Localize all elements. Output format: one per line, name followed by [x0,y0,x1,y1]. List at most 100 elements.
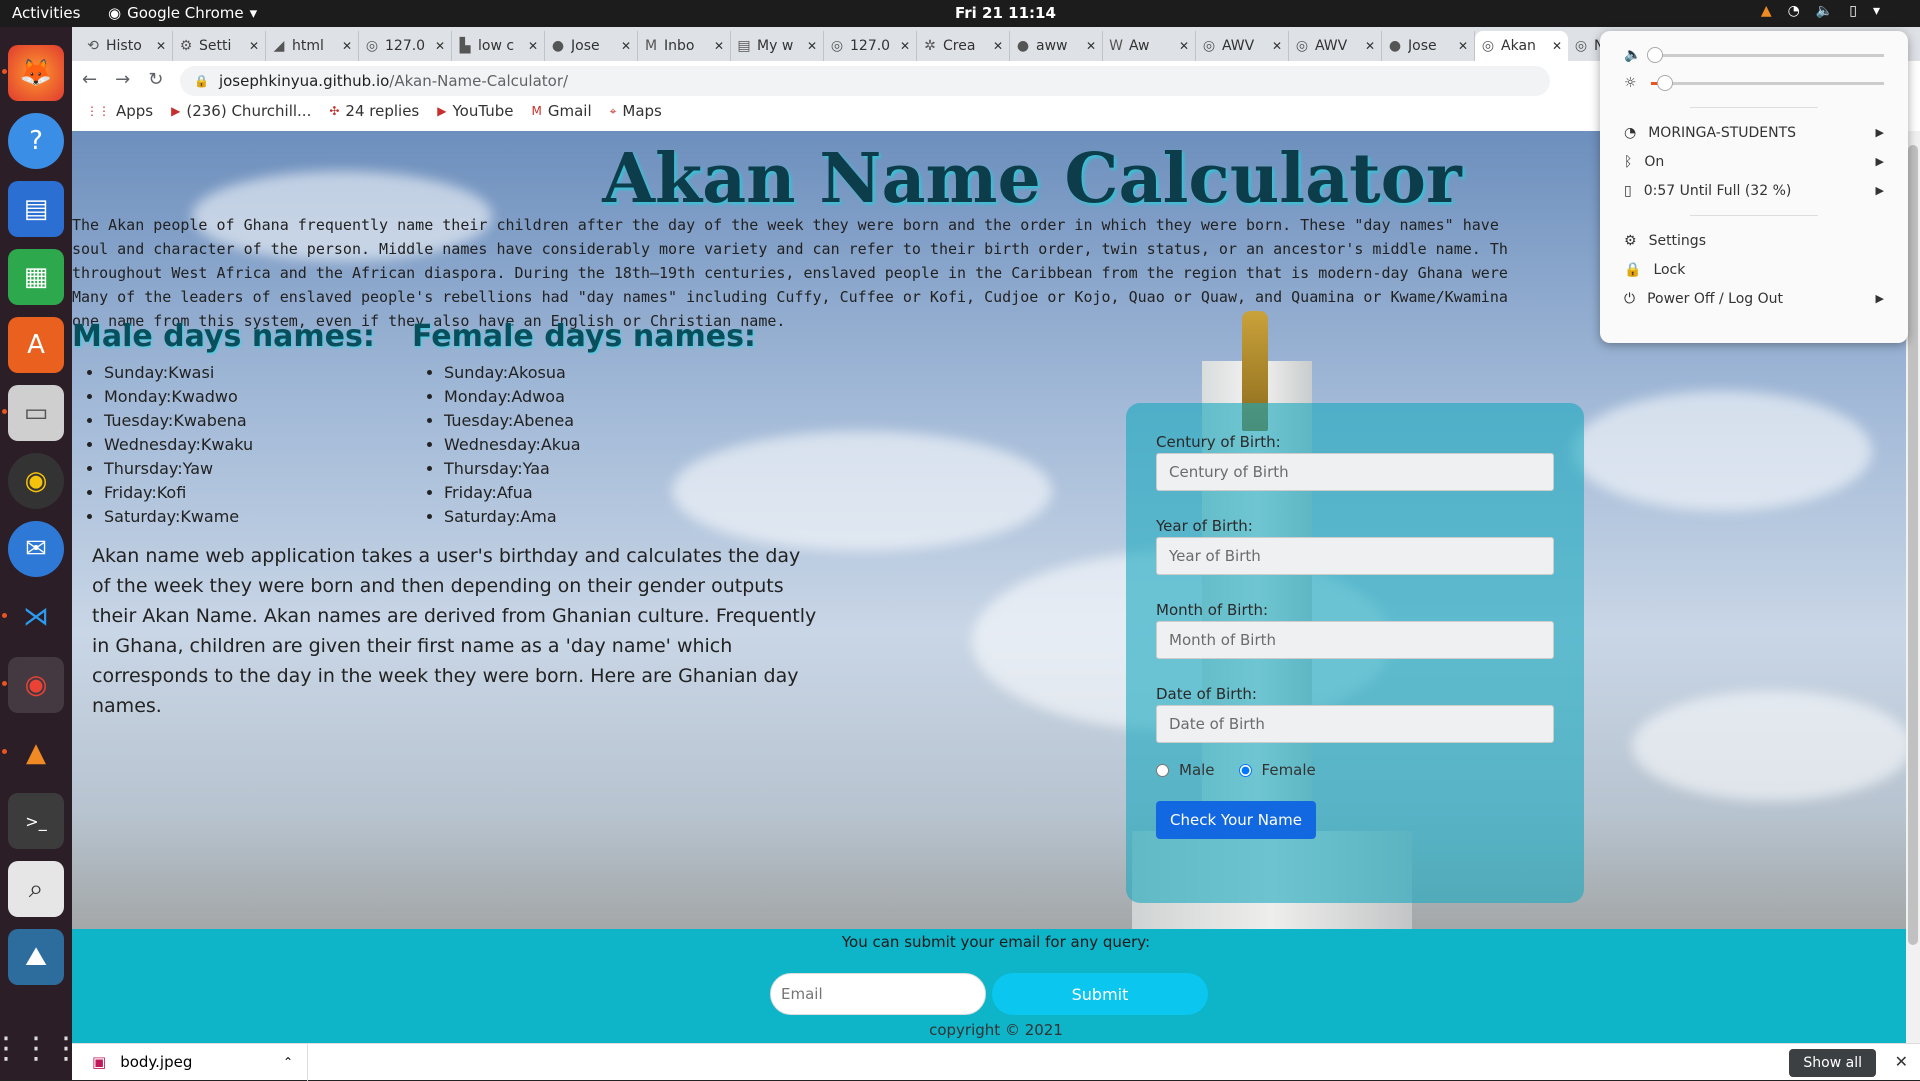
apps-grid-icon: ⋮⋮ [86,104,110,118]
vscode-icon[interactable]: ⋊ [2,589,64,645]
brightness-knob[interactable] [1656,74,1673,91]
bookmark-24-replies[interactable]: ✣ 24 replies [329,102,419,120]
tab-jose[interactable]: ● Jose ✕ [1382,31,1475,61]
image-viewer-icon[interactable]: ⛰ [8,929,64,985]
download-item[interactable]: ▣ body.jpeg ⌃ [72,1043,308,1081]
app-menu[interactable]: ◉ Google Chrome ▾ [108,4,257,22]
activities-button[interactable]: Activities [12,4,80,22]
settings-menu-item[interactable]: ⚙ Settings [1600,226,1908,255]
tab-awv[interactable]: ◎ AWV ✕ [1196,31,1289,61]
close-icon[interactable]: ✕ [714,39,724,53]
tab-html[interactable]: ◢ html ✕ [266,31,359,61]
bluetooth-label: On [1644,153,1665,170]
volume-slider[interactable]: 🔈 [1600,41,1908,69]
tab-127-0[interactable]: ◎ 127.0 ✕ [359,31,452,61]
month-input[interactable] [1156,621,1554,659]
close-icon[interactable]: ✕ [1365,39,1375,53]
female-radio[interactable] [1238,763,1252,777]
volume-knob[interactable] [1647,46,1664,63]
date-input[interactable] [1156,705,1554,743]
vlc-icon[interactable]: ▲ [2,725,64,781]
magnifier-icon[interactable]: ⌕ [8,861,64,917]
close-icon[interactable]: ✕ [621,39,631,53]
wifi-menu-item[interactable]: ◔ MORINGA-STUDENTS ▶ [1600,118,1908,147]
tab-low-c[interactable]: ▙ low c ✕ [452,31,545,61]
close-icon[interactable]: ✕ [1272,39,1282,53]
tab-aww[interactable]: ● aww ✕ [1010,31,1103,61]
bookmark--236-churchill-[interactable]: ▶ (236) Churchill... [171,102,311,120]
show-all-button[interactable]: Show all [1789,1049,1876,1077]
day-name-item: Sunday:Kwasi [104,361,253,385]
chevron-up-icon[interactable]: ⌃ [283,1055,293,1069]
bookmark-maps[interactable]: ⌖ Maps [610,102,662,120]
lock-icon: 🔒 [194,74,209,88]
close-icon[interactable]: ✕ [1086,39,1096,53]
help-icon[interactable]: ? [8,113,64,169]
tab-127-0[interactable]: ◎ 127.0 ✕ [824,31,917,61]
tab-inbo[interactable]: M Inbo ✕ [638,31,731,61]
male-radio[interactable] [1156,763,1169,777]
software-center-icon[interactable]: A [8,317,64,373]
close-icon[interactable]: ✕ [1458,39,1468,53]
tab-title: 127.0 [385,38,426,54]
scrollbar-thumb[interactable] [1908,145,1918,945]
battery-icon: ▯ [1624,182,1632,199]
close-icon[interactable]: ✕ [435,39,445,53]
male-radio-label: Male [1179,761,1215,779]
system-tray[interactable]: ▲ ◔ 🔈 ▯ ▾ [1761,3,1880,19]
close-icon[interactable]: ✕ [1179,39,1189,53]
tab-jose[interactable]: ● Jose ✕ [545,31,638,61]
github-icon: ● [1016,38,1030,54]
brightness-slider[interactable]: ☼ [1600,69,1908,97]
firefox-icon[interactable]: 🦊 [2,45,64,101]
bookmark-apps[interactable]: ⋮⋮ Apps [86,102,153,120]
close-icon[interactable]: ✕ [528,39,538,53]
address-bar[interactable]: 🔒 josephkinyua.github.io/Akan-Name-Calcu… [180,66,1550,96]
back-icon[interactable]: ← [82,69,97,90]
power-menu-item[interactable]: ⏻ Power Off / Log Out ▶ [1600,284,1908,313]
bookmark-gmail[interactable]: M Gmail [531,102,591,120]
close-icon[interactable]: ✕ [900,39,910,53]
tab-histo[interactable]: ⟲ Histo ✕ [80,31,173,61]
power-icon: ⏻ [1624,290,1636,307]
files-icon[interactable]: ▭ [2,385,64,441]
calc-icon[interactable]: ▦ [8,249,64,305]
page-scrollbar[interactable] [1906,131,1920,1043]
show-applications-icon[interactable]: ⋮⋮⋮ [0,1031,81,1066]
submit-button[interactable]: Submit [992,973,1208,1015]
writer-icon[interactable]: ▤ [8,181,64,237]
terminal-icon[interactable]: >_ [8,793,64,849]
rhythmbox-icon[interactable]: ◉ [8,453,64,509]
tab-awv[interactable]: ◎ AWV ✕ [1289,31,1382,61]
tab-akan[interactable]: ◎ Akan ✕ [1475,31,1568,61]
clock[interactable]: Fri 21 11:14 [955,4,1056,22]
close-icon[interactable]: ✕ [249,39,259,53]
tab-setti[interactable]: ⚙ Setti ✕ [173,31,266,61]
tab-title: Histo [106,38,142,54]
vlc-tray-icon[interactable]: ▲ [1761,3,1772,19]
forward-icon[interactable]: → [115,69,130,90]
close-icon[interactable]: ✕ [1895,1052,1908,1071]
close-icon[interactable]: ✕ [993,39,1003,53]
tab-aw[interactable]: W Aw ✕ [1103,31,1196,61]
bluetooth-menu-item[interactable]: ᛒ On ▶ [1600,147,1908,176]
year-input[interactable] [1156,537,1554,575]
reload-icon[interactable]: ↻ [148,69,163,90]
email-input[interactable] [770,973,986,1015]
bookmark-youtube[interactable]: ▶ YouTube [437,102,513,120]
close-icon[interactable]: ✕ [807,39,817,53]
check-name-button[interactable]: Check Your Name [1156,801,1316,839]
battery-menu-item[interactable]: ▯ 0:57 Until Full (32 %) ▶ [1600,176,1908,205]
close-icon[interactable]: ✕ [156,39,166,53]
close-icon[interactable]: ✕ [342,39,352,53]
chrome-icon[interactable]: ◉ [2,657,64,713]
tab-my-w[interactable]: ▤ My w ✕ [731,31,824,61]
century-input[interactable] [1156,453,1554,491]
day-name-item: Thursday:Yaa [444,457,581,481]
tab-crea[interactable]: ✲ Crea ✕ [917,31,1010,61]
thunderbird-icon[interactable]: ✉ [8,521,64,577]
lock-menu-item[interactable]: 🔒 Lock [1600,255,1908,284]
male-heading: Male days names: [72,319,375,354]
divider [1690,107,1818,108]
close-icon[interactable]: ✕ [1552,39,1562,53]
